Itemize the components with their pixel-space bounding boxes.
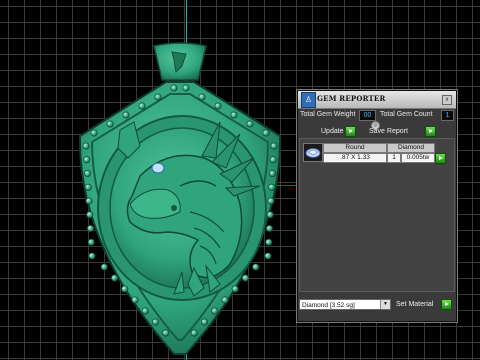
frame-bead	[230, 111, 238, 119]
frame-bead	[84, 170, 92, 178]
gem-weight-cell: 0.005tw	[401, 153, 435, 163]
frame-bead	[242, 274, 250, 282]
save-report-button[interactable]	[425, 126, 436, 137]
frame-bead	[154, 93, 162, 101]
total-gem-count-label: Total Gem Count	[380, 111, 433, 118]
frame-bead	[152, 318, 160, 326]
frame-bead	[121, 285, 129, 293]
frame-bead	[266, 225, 274, 233]
frame-bead	[110, 274, 118, 282]
gem-count-cell: 1	[387, 153, 401, 163]
frame-bead	[198, 93, 206, 101]
close-icon[interactable]: x	[442, 95, 452, 105]
frame-bead	[267, 197, 275, 205]
frame-bead	[170, 84, 178, 92]
shape-header: Round	[323, 143, 387, 153]
gem-list[interactable]: Round Diamond .87 X 1.33 1 0.005tw	[299, 138, 455, 292]
frame-bead	[86, 211, 94, 219]
total-gem-count-value: 1	[441, 110, 454, 121]
frame-bead	[268, 183, 276, 191]
dragon-pendant-model[interactable]	[70, 36, 290, 358]
frame-bead	[182, 84, 190, 92]
frame-bead	[201, 318, 209, 326]
frame-bead	[252, 263, 260, 271]
material-select[interactable]: Diamond [3.52 sg] ▼	[299, 299, 391, 310]
gem-size-cell: .87 X 1.33	[323, 153, 387, 163]
frame-bead	[82, 142, 90, 150]
total-gem-weight-label: Total Gem Weight	[300, 111, 356, 118]
frame-bead	[88, 252, 96, 260]
frame-bead	[269, 156, 277, 164]
frame-bead	[221, 296, 229, 304]
frame-bead	[211, 307, 219, 315]
frame-bead	[83, 156, 91, 164]
frame-bead	[231, 285, 239, 293]
frame-bead	[141, 307, 149, 315]
frame-bead	[190, 329, 198, 337]
chevron-down-icon[interactable]: ▼	[380, 300, 390, 309]
frame-bead	[87, 238, 95, 246]
3d-viewport[interactable]: ♙ GEM REPORTER x Total Gem Weight 00 Tot…	[0, 0, 480, 360]
panel-title: GEM REPORTER	[317, 94, 386, 103]
frame-bead	[266, 211, 274, 219]
frame-bead	[246, 120, 254, 128]
material-select-value: Diamond [3.52 sg]	[302, 302, 355, 309]
panel-footer: Diamond [3.52 sg] ▼ Set Material	[299, 299, 453, 313]
frame-bead	[106, 120, 114, 128]
update-button[interactable]	[345, 126, 356, 137]
set-material-label: Set Material	[396, 301, 434, 308]
round-gem-icon	[303, 143, 323, 162]
gem-row-select-button[interactable]	[435, 153, 446, 164]
panel-titlebar[interactable]: ♙ GEM REPORTER x	[298, 91, 456, 109]
frame-bead	[131, 296, 139, 304]
frame-bead	[264, 252, 272, 260]
total-gem-weight-value: 00	[359, 110, 376, 121]
frame-bead	[90, 129, 98, 137]
frame-bead	[100, 263, 108, 271]
frame-bead	[84, 183, 92, 191]
frame-bead	[138, 102, 146, 110]
dragon-eye-gem[interactable]	[151, 162, 165, 174]
frame-bead	[265, 238, 273, 246]
gem-row[interactable]: Round Diamond .87 X 1.33 1 0.005tw	[302, 142, 452, 164]
frame-bead	[214, 102, 222, 110]
frame-bead	[262, 129, 270, 137]
frame-bead	[86, 225, 94, 233]
frame-bead	[269, 170, 277, 178]
gem-reporter-panel: ♙ GEM REPORTER x Total Gem Weight 00 Tot…	[296, 89, 458, 323]
update-label: Update	[321, 128, 344, 135]
save-report-label: Save Report	[369, 128, 408, 135]
frame-bead	[270, 142, 278, 150]
frame-bead	[162, 329, 170, 337]
set-material-button[interactable]	[441, 299, 452, 310]
frame-bead	[122, 111, 130, 119]
gem-reporter-logo-icon: ♙	[301, 92, 316, 108]
frame-bead	[85, 197, 93, 205]
material-header: Diamond	[387, 143, 435, 153]
